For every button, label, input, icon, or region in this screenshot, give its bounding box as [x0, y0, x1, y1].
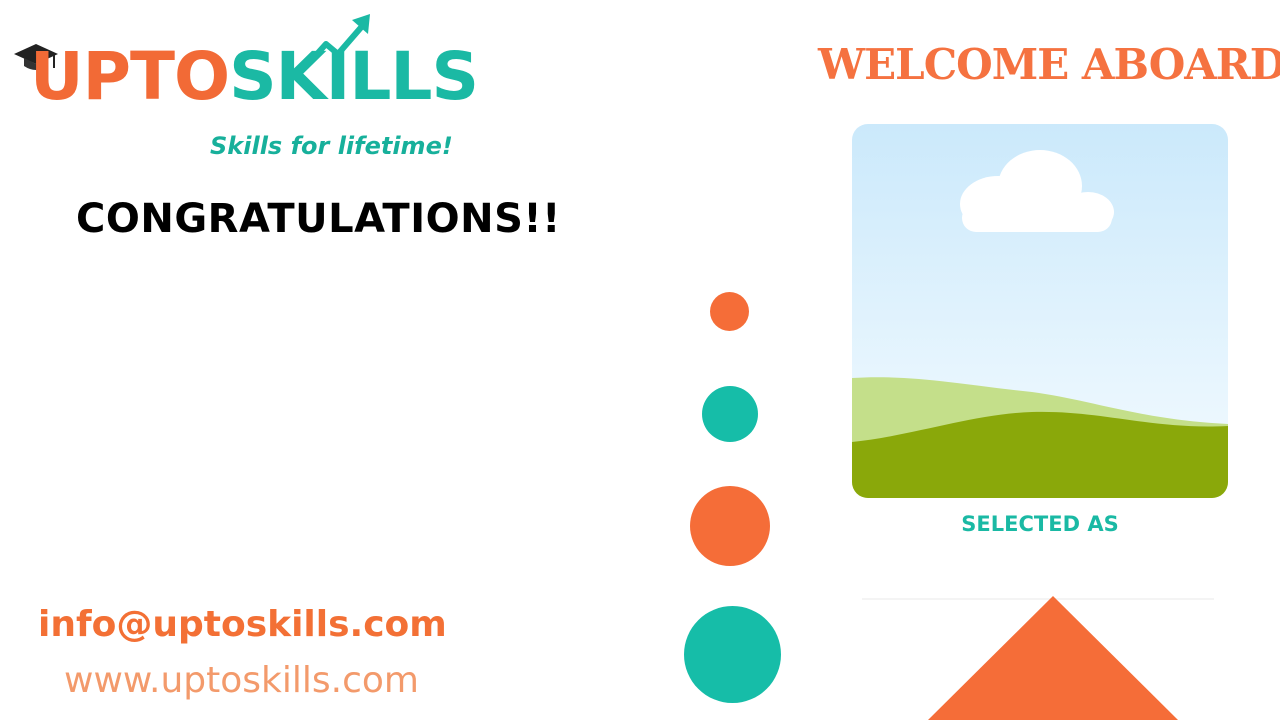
brand-logo: UPTOSKILLS Skills for lifetime! — [14, 14, 479, 164]
selected-as-label: SELECTED AS — [961, 512, 1119, 536]
decorative-dot-small-orange — [710, 292, 749, 331]
decorative-triangle — [928, 596, 1178, 720]
contact-email[interactable]: info@uptoskills.com — [38, 604, 447, 645]
decorative-dot-large-teal — [684, 606, 781, 703]
welcome-title: WELCOME ABOARD — [818, 40, 1280, 89]
logo-wordmark: UPTOSKILLS — [30, 44, 479, 110]
decorative-dot-medium-orange — [690, 486, 770, 566]
contact-website[interactable]: www.uptoskills.com — [64, 660, 419, 701]
image-placeholder-icon — [852, 124, 1228, 498]
growth-arrow-icon — [305, 14, 370, 67]
congratulations-heading: CONGRATULATIONS!! — [76, 196, 561, 242]
logo-tagline: Skills for lifetime! — [210, 132, 453, 160]
decorative-dot-small-teal — [702, 386, 758, 442]
logo-wordmark-part1: UPTO — [30, 38, 230, 115]
landscape-illustration — [852, 124, 1228, 498]
